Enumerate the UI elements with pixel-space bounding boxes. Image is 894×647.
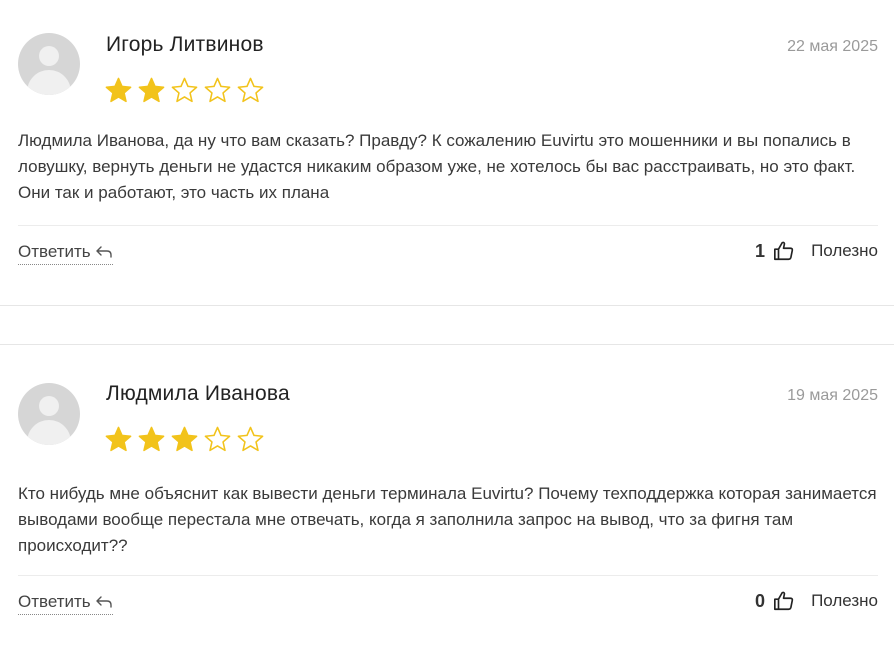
helpful-block: 1 Полезно: [755, 240, 878, 262]
review-text: Кто нибудь мне объяснит как вывести день…: [18, 484, 877, 555]
review-author: Игорь Литвинов: [106, 33, 264, 56]
helpful-count: 1: [755, 240, 766, 261]
star-empty-icon: [204, 426, 231, 452]
review-date: 19 мая 2025: [787, 387, 878, 404]
review-date: 22 мая 2025: [787, 38, 878, 55]
star-filled-icon: [105, 77, 132, 103]
helpful-label[interactable]: Полезно: [811, 591, 878, 611]
thumbs-up-icon[interactable]: [773, 590, 795, 612]
reply-label: Ответить: [18, 242, 91, 261]
star-empty-icon: [237, 426, 264, 452]
review-author: Людмила Иванова: [106, 382, 290, 405]
user-placeholder-icon: [18, 383, 80, 445]
user-placeholder-icon: [18, 33, 80, 95]
star-filled-icon: [105, 426, 132, 452]
review-text: Людмила Иванова, да ну что вам сказать? …: [18, 131, 856, 202]
star-filled-icon: [138, 77, 165, 103]
star-filled-icon: [171, 426, 198, 452]
thumbs-up-icon[interactable]: [773, 240, 795, 262]
divider: [18, 225, 878, 226]
star-filled-icon: [138, 426, 165, 452]
helpful-label[interactable]: Полезно: [811, 241, 878, 261]
star-empty-icon: [171, 77, 198, 103]
reply-arrow-icon: [95, 596, 112, 608]
helpful-block: 0 Полезно: [755, 590, 878, 612]
star-empty-icon: [204, 77, 231, 103]
review-card: Игорь Литвинов 22 мая 2025 Людмила Ивано…: [0, 0, 894, 306]
star-rating: [104, 76, 265, 105]
reply-label: Ответить: [18, 592, 91, 611]
star-empty-icon: [237, 77, 264, 103]
reply-button[interactable]: Ответить: [18, 592, 113, 615]
divider: [18, 575, 878, 576]
reply-button[interactable]: Ответить: [18, 242, 113, 265]
reply-arrow-icon: [95, 246, 112, 258]
helpful-count: 0: [755, 590, 766, 611]
review-card: Людмила Иванова 19 мая 2025 Кто нибудь м…: [0, 344, 894, 647]
star-rating: [104, 425, 265, 454]
